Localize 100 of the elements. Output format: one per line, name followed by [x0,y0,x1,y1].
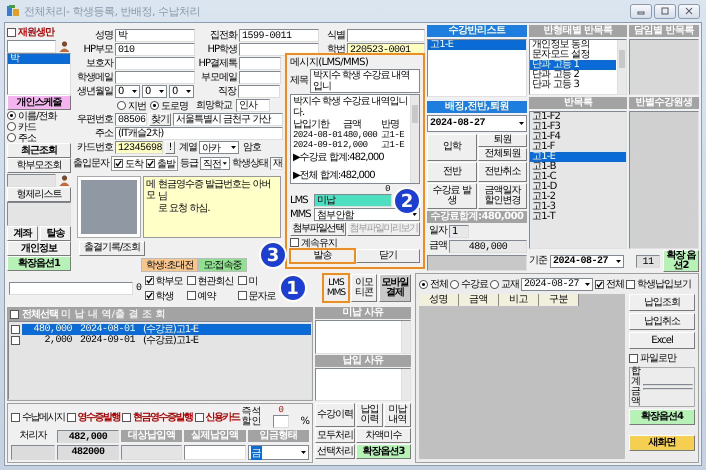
checkbox[interactable] [11,412,20,422]
text-field[interactable] [238,85,280,98]
list-item[interactable]: 고1-B [530,162,626,172]
action-button[interactable]: 모두처리 [315,428,355,443]
name-field[interactable]: 박 [115,29,195,42]
list-item[interactable]: 단과 고등 2 [530,70,616,80]
birth-dropdown[interactable]: 0 [115,85,140,98]
action-button[interactable]: 납입취소 [629,313,695,330]
parent-search-button[interactable]: 학부모조회 [7,158,71,173]
lms-mms-button[interactable]: LMS MMS [323,274,349,302]
minimize-button[interactable] [630,4,652,18]
mobile-payment-button[interactable]: 모바일결제 [379,274,411,302]
message-field[interactable]: 박지수 학생 수강료 내역입니다. 납입기한 금액 반명 2024-08-01480,000 고1-E 2024-09-012,000 고1-E ▶수강료 합계:482,000 ▶전체 합계:482,000 [290,94,420,184]
amount-field[interactable]: 480,000 [449,240,527,252]
guardian-field[interactable] [115,57,195,70]
recent-button[interactable]: 최근조회 [7,143,71,158]
list-item[interactable]: 고1-F [530,142,626,152]
search-field[interactable] [7,40,56,52]
phone-field[interactable]: 1599-0011 [239,29,319,42]
checkbox[interactable] [114,159,123,168]
zip-field[interactable]: 08506 [115,113,147,126]
attach-button[interactable]: 첨부파일선택 [290,222,346,236]
card-button[interactable]: ! [165,141,175,154]
checkbox[interactable] [11,336,20,345]
new-screen-button[interactable]: 새화면 [629,435,695,451]
checkbox[interactable] [144,276,154,285]
date-field[interactable]: 1 [449,224,469,238]
close-button[interactable] [678,4,700,18]
account-button[interactable]: 계좌 [7,226,38,241]
date-dropdown[interactable]: 2024-08-27 [521,278,593,290]
radio-button[interactable] [490,280,499,288]
radio-button[interactable] [7,122,16,131]
schedule-button[interactable]: 개인스케줄 [7,95,71,110]
transfer-cancel-button[interactable]: 전반취소 [478,162,527,182]
address-field[interactable]: (IT캐슬2차) [115,127,283,140]
tag-field[interactable] [347,29,425,42]
checkbox[interactable] [66,412,76,422]
phone-field[interactable] [239,43,319,56]
action-button[interactable]: 납입조회 [629,294,695,311]
parent-search-field[interactable] [7,174,56,186]
ext-option-button[interactable]: 확장옵션1 [7,256,71,271]
birth-dropdown[interactable]: 0 [169,85,194,98]
radio-button[interactable] [450,280,459,288]
fee-button[interactable]: 수강료 발생 [427,182,476,208]
track-dropdown[interactable]: 아카 [199,141,239,154]
checkbox[interactable] [238,291,247,300]
list-item[interactable]: 고1-3 [530,202,626,212]
list-item[interactable]: 고1-F4 [530,132,626,142]
list-row[interactable]: 480,000 2024-08-01 (수강료)고1-E [22,324,311,335]
checkbox[interactable] [122,412,131,422]
checkbox[interactable] [186,291,196,300]
action-button[interactable]: 차액미수 [356,428,411,443]
list-item[interactable]: 고1-E [530,152,626,162]
transfer-button[interactable]: 전반 [427,162,476,182]
handler-field[interactable] [11,445,55,460]
checkbox[interactable] [238,276,247,285]
memo-field[interactable]: 메모 현금영수증 발급번호는 아버님 로 요청 하심. [143,176,281,238]
action-button[interactable]: 납입이력 [356,403,383,427]
list-item[interactable]: 고1-F3 [530,122,626,132]
list-item[interactable]: 고1-2 [530,192,626,202]
action-button[interactable]: 선택처리 [315,444,355,459]
list-item[interactable]: 고1-D [530,182,626,192]
action-button[interactable]: 수강이력 [315,403,355,427]
ext-option-button[interactable]: 확장옵션4 [629,409,695,425]
card-field[interactable]: 12345698 [115,141,163,154]
text-field[interactable] [239,57,281,70]
attendance-button[interactable]: 출결기록/조회 [79,240,145,256]
admit-button[interactable]: 입학 [427,134,476,160]
total-field[interactable]: 482000 [57,445,119,460]
withdraw-button[interactable]: 퇴원 [478,134,527,146]
radio-button[interactable] [150,101,159,110]
subject-field[interactable]: 박지수 학생 수강료 내역입니 [310,69,420,93]
discount-field[interactable] [272,415,289,428]
radio-button[interactable] [7,133,16,142]
find-button[interactable]: 찾기 [149,113,171,126]
target-amount-field[interactable] [121,445,182,460]
checkbox[interactable] [146,159,155,168]
checkbox[interactable] [626,280,635,288]
grade-dropdown[interactable]: 직전 [200,157,230,170]
withdraw-all-button[interactable]: 전체퇴원 [478,148,527,160]
discount-button[interactable]: 금액일자 할인변경 [478,182,527,208]
list-item[interactable]: 고1-T [530,212,626,222]
info-button[interactable]: 개인정보 [7,241,71,256]
checkbox[interactable] [144,291,154,300]
send-button[interactable]: 발송 [290,249,354,263]
list-row[interactable]: 2,000 2024-09-01 (수강료)고1-E [22,335,311,346]
checkbox[interactable] [10,310,19,319]
list-item[interactable]: 문자모드 설정 [530,50,616,60]
actual-amount-field[interactable] [184,445,246,460]
close-button[interactable]: 닫기 [356,249,420,263]
address-field[interactable]: 서울특별시 금천구 가산 [173,113,283,126]
total-field[interactable]: 482,000 [57,430,119,443]
action-button[interactable]: 미납내역 [384,403,411,427]
list-item[interactable]: 고1-C [530,172,626,182]
list-item[interactable]: 고1-E [428,40,526,50]
list-item[interactable]: 단과 고등 1 [530,60,616,70]
checkbox[interactable] [7,28,16,36]
message-input-field[interactable] [9,282,133,294]
list-item[interactable]: 단과 고등 3 [530,80,616,90]
checkbox[interactable] [629,354,638,362]
